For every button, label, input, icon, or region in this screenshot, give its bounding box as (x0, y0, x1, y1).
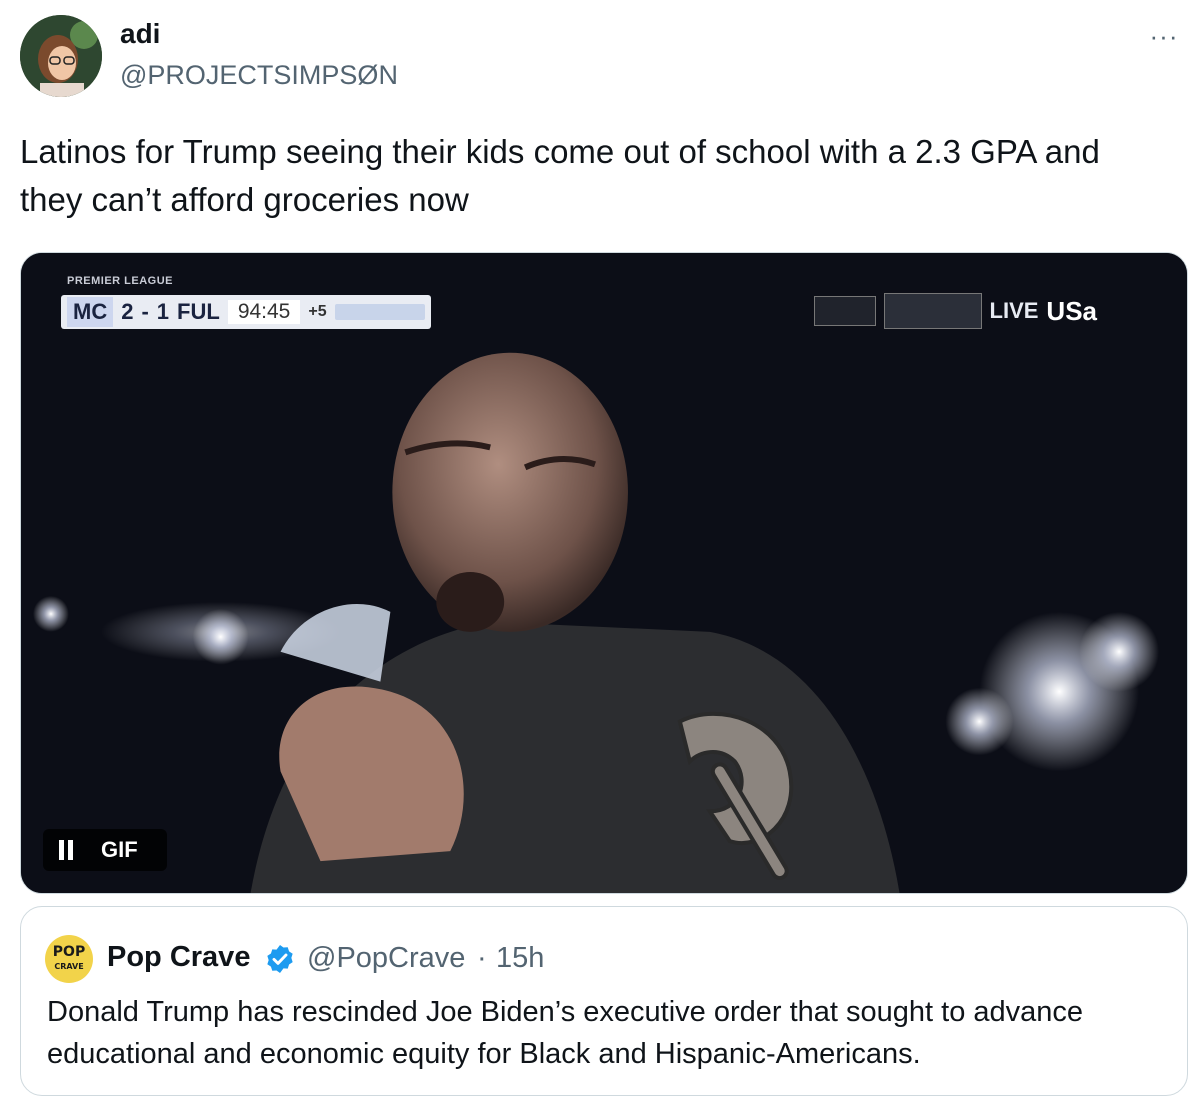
more-options-icon[interactable]: ··· (1146, 21, 1182, 51)
away-score: 1 (156, 299, 170, 324)
tweet-media-gif[interactable]: PREMIER LEAGUE MC 2 - 1 FUL 94:45 +5 LIV… (20, 252, 1188, 894)
broadcast-bug: LIVE USa (813, 293, 1097, 329)
quoted-timestamp[interactable]: 15h (496, 942, 544, 975)
league-label: PREMIER LEAGUE (67, 275, 174, 287)
away-team: FUL (177, 299, 220, 324)
quoted-handle[interactable]: @PopCrave (307, 942, 465, 975)
quoted-text: Donald Trump has rescinded Joe Biden’s e… (47, 996, 1084, 1070)
quoted-avatar-logo: POP CRAVE (52, 943, 86, 971)
tweet-text: Latinos for Trump seeing their kids come… (20, 133, 1100, 218)
added-time: +5 (308, 303, 327, 320)
avatar-image (20, 15, 102, 97)
quoted-avatar[interactable]: POP CRAVE (45, 935, 93, 983)
gif-frame (21, 253, 1187, 893)
gif-pause-button[interactable]: GIF (43, 829, 167, 871)
author-display-name[interactable]: adi (120, 18, 160, 50)
verified-badge-icon (267, 945, 293, 973)
scorebug: PREMIER LEAGUE MC 2 - 1 FUL 94:45 +5 (61, 273, 661, 333)
other-score-box-2 (883, 293, 982, 329)
gif-label: GIF (101, 837, 138, 862)
quoted-separator: · (477, 942, 487, 974)
quoted-display-name[interactable]: Pop Crave (107, 941, 250, 974)
match-clock: 94:45 (227, 300, 301, 324)
other-score-box (813, 296, 876, 326)
sponsor-logo (334, 304, 425, 320)
pause-icon[interactable] (51, 829, 81, 871)
score-bar: MC 2 - 1 FUL 94:45 +5 (61, 295, 431, 329)
author-avatar[interactable] (20, 15, 102, 97)
score-dash: - (141, 299, 149, 324)
home-score: 2 (121, 299, 134, 324)
quoted-tweet[interactable]: POP CRAVE Pop Crave @PopCrave · 15h Donal… (20, 906, 1188, 1096)
author-handle[interactable]: @PROJECTSIMPSØN (120, 60, 398, 91)
live-label: LIVE (989, 298, 1039, 323)
home-team: MC (67, 297, 114, 327)
network-logo: USa (1046, 295, 1097, 326)
